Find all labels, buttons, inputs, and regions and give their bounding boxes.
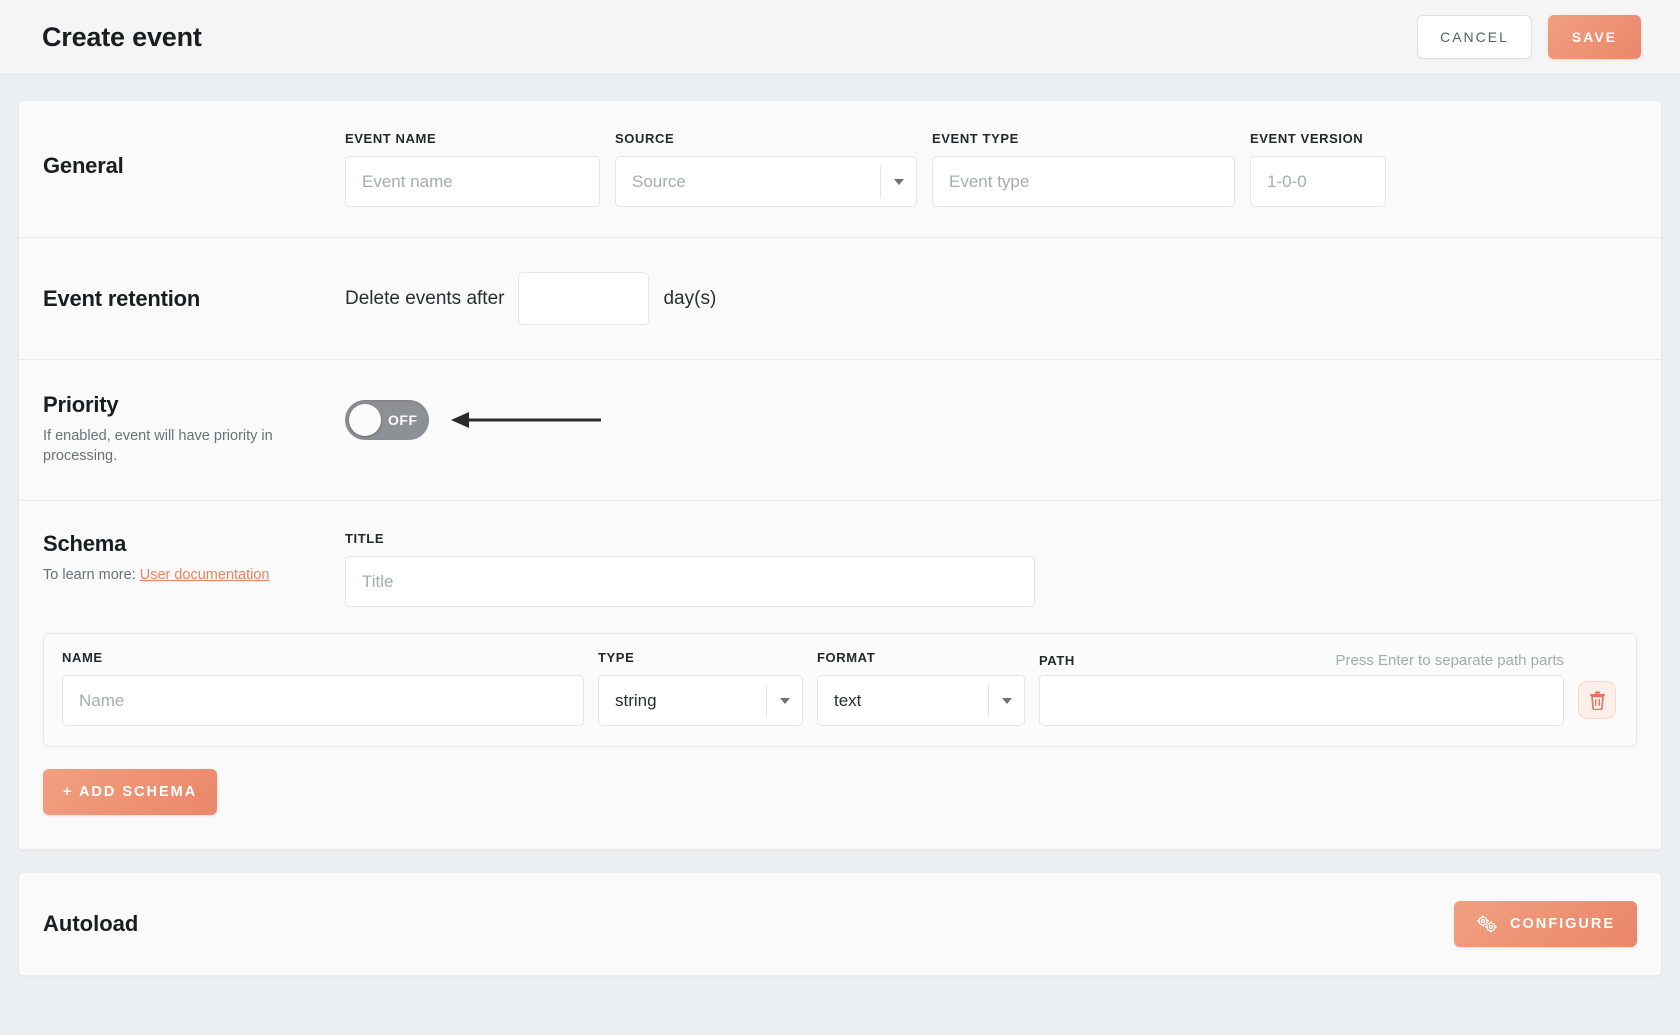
schema-learn-more: To learn more: User documentation [43,566,345,586]
schema-format-group: FORMAT [817,650,1025,727]
source-group: SOURCE [615,131,917,207]
priority-toggle-state: OFF [388,412,418,428]
event-type-label: EVENT TYPE [932,131,1019,146]
schema-path-label: PATH [1039,653,1075,669]
event-version-input[interactable] [1250,156,1386,207]
schema-format-value[interactable] [817,675,1025,727]
retention-suffix-label: day(s) [663,287,717,309]
schema-format-select[interactable] [817,675,1025,727]
source-label: SOURCE [615,131,675,146]
top-bar-actions: CANCEL SAVE [1417,15,1641,59]
retention-title: Event retention [43,285,201,311]
schema-path-hint: Press Enter to separate path parts [1335,652,1564,670]
general-section: General EVENT NAME SOURCE EVENT TYPE EV [19,101,1661,238]
retention-section: Event retention Delete events after day(… [19,238,1661,360]
schema-type-group: TYPE [598,650,803,727]
retention-prefix-label: Delete events after [345,287,505,309]
cancel-button[interactable]: CANCEL [1417,15,1532,59]
schema-section: Schema To learn more: User documentation… [19,501,1661,849]
add-schema-button[interactable]: + ADD SCHEMA [43,769,218,816]
event-version-group: EVENT VERSION [1250,131,1386,207]
configure-button-label: CONFIGURE [1510,916,1615,933]
event-form-card: General EVENT NAME SOURCE EVENT TYPE EV [18,100,1662,851]
gears-icon [1477,915,1497,933]
source-select[interactable] [615,156,917,207]
schema-path-group: PATH Press Enter to separate path parts [1039,652,1564,727]
schema-name-input[interactable] [62,675,584,727]
general-title: General [43,153,124,178]
user-documentation-link[interactable]: User documentation [140,567,270,583]
priority-description: If enabled, event will have priority in … [43,428,273,464]
schema-title-input[interactable] [345,556,1035,608]
delete-schema-row-button[interactable] [1578,681,1616,720]
schema-delete-group [1578,681,1618,726]
autoload-title: Autoload [43,911,139,937]
priority-toggle-knob [349,404,381,436]
schema-type-label: TYPE [598,650,635,666]
save-button[interactable]: SAVE [1547,15,1641,59]
schema-title-group: TITLE [345,531,1035,608]
source-input[interactable] [615,156,917,207]
schema-row: NAME TYPE FORMAT [43,633,1637,748]
event-type-input[interactable] [932,156,1235,207]
retention-days-input[interactable] [518,272,650,325]
schema-format-label: FORMAT [817,650,876,666]
configure-button[interactable]: CONFIGURE [1454,901,1637,948]
schema-title-label: TITLE [345,531,385,547]
autoload-card: Autoload CONFIGURE [18,872,1662,977]
schema-type-select[interactable] [598,675,803,727]
event-version-label: EVENT VERSION [1250,131,1364,146]
priority-section: Priority If enabled, event will have pri… [19,360,1661,502]
schema-name-label: NAME [62,650,103,666]
event-name-label: EVENT NAME [345,131,437,146]
source-separator [880,165,881,198]
schema-path-input[interactable] [1039,675,1564,727]
trash-icon [1589,691,1605,710]
page-title: Create event [42,21,202,52]
schema-type-separator [766,684,767,718]
schema-title: Schema [43,531,127,557]
event-type-group: EVENT TYPE [932,131,1235,207]
priority-toggle[interactable]: OFF [345,400,429,440]
schema-type-value[interactable] [598,675,803,727]
schema-format-separator [988,684,989,718]
top-bar: Create event CANCEL SAVE [0,0,1680,75]
schema-name-group: NAME [62,650,584,727]
annotation-arrow-icon [451,412,601,428]
event-name-group: EVENT NAME [345,131,600,207]
event-name-input[interactable] [345,156,600,207]
schema-learn-more-prefix: To learn more: [43,567,140,584]
priority-title: Priority [43,392,119,417]
